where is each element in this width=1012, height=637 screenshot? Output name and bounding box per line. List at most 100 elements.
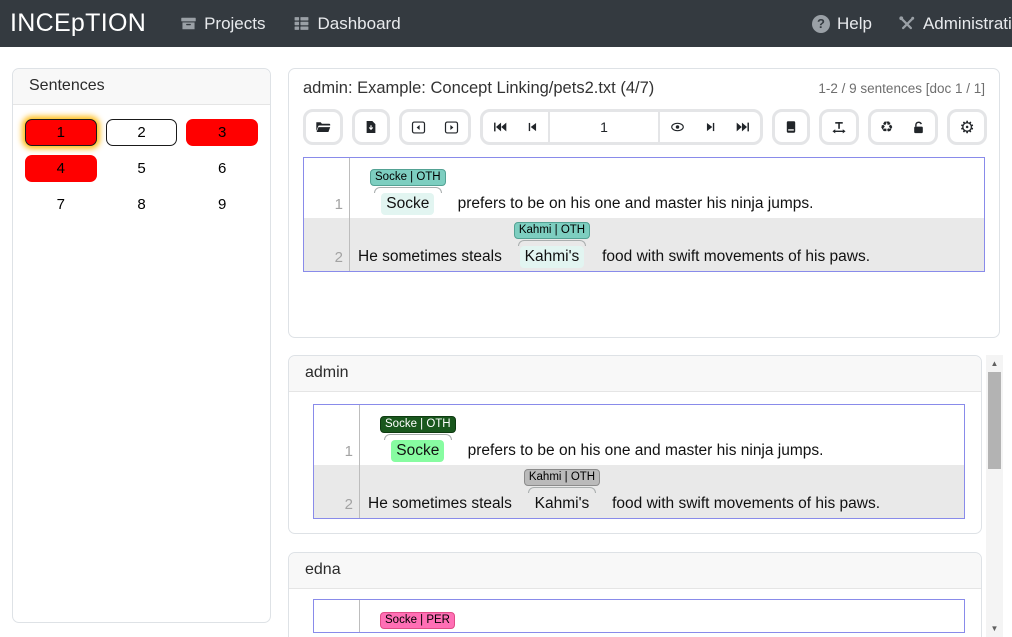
curation-card: admin: Example: Concept Linking/pets2.tx…	[288, 68, 1000, 338]
sentence-button-5[interactable]: 5	[106, 155, 178, 182]
annotation-label[interactable]: Kahmi | OTH	[524, 469, 600, 486]
prev-page-icon	[526, 120, 539, 134]
annotator-card-edna: edna Socke | PER	[288, 552, 982, 637]
recycle-icon: ♻	[880, 120, 893, 135]
sentence-range-info: 1-2 / 9 sentences [doc 1 / 1]	[818, 81, 985, 96]
export-document-icon	[364, 119, 378, 135]
annotated-word[interactable]: Socke	[381, 193, 434, 215]
next-document-icon	[444, 120, 459, 135]
settings-gear-icon: ⚙	[959, 119, 974, 136]
focus-icon	[669, 120, 686, 134]
top-navbar: INCEpTION Projects Dashboard ? Help Admi…	[0, 0, 1012, 47]
recycle-button[interactable]: ♻	[871, 112, 902, 142]
annotators-scrollbar[interactable]: ▲ ▼	[986, 355, 1003, 637]
scroll-up-icon[interactable]: ▲	[986, 356, 1003, 371]
nav-administration[interactable]: Administration	[898, 14, 1012, 34]
nav-help[interactable]: ? Help	[812, 14, 872, 34]
line-number: 2	[304, 218, 350, 271]
fit-width-icon	[831, 120, 847, 135]
nav-projects-label: Projects	[204, 14, 265, 34]
next-page-icon	[704, 120, 717, 134]
sentence-row-2: 2 He sometimes steals Kahmi | OTH Kahmi'…	[314, 465, 964, 518]
nav-dashboard-label: Dashboard	[317, 14, 400, 34]
archive-box-icon	[180, 15, 197, 32]
first-page-icon	[492, 120, 508, 134]
grid-icon	[293, 15, 310, 32]
sentence-button-6[interactable]: 6	[186, 155, 258, 182]
focus-button[interactable]	[660, 112, 695, 142]
sentence-text[interactable]: prefers to be on his one and master his …	[458, 195, 814, 212]
annotation-span-kahmi[interactable]: Kahmi | OTH Kahmi's	[514, 222, 590, 268]
prev-page-button[interactable]	[517, 112, 548, 142]
prev-document-button[interactable]	[402, 112, 435, 142]
sentence-button-4[interactable]: 4	[25, 155, 97, 182]
sentence-button-1[interactable]: 1	[25, 119, 97, 146]
annotated-word[interactable]: Kahmi's	[530, 493, 595, 515]
annotation-toolbar: ♻ ⚙	[303, 109, 985, 145]
sentence-row-1: 1 Socke | OTH Socke prefers to be on his…	[304, 158, 984, 218]
sentences-panel: Sentences 1 2 3 4 5 6 7 8 9	[12, 68, 271, 623]
sentence-button-2[interactable]: 2	[106, 119, 178, 146]
sentence-button-9[interactable]: 9	[186, 191, 258, 218]
edna-annotation-panel: Socke | PER	[313, 599, 965, 633]
app-brand[interactable]: INCEpTION	[10, 9, 146, 38]
sentence-grid: 1 2 3 4 5 6 7 8 9	[13, 105, 270, 232]
annotation-span-socke[interactable]: Socke | OTH Socke	[370, 169, 446, 215]
annotation-span-socke[interactable]: Socke | OTH Socke	[380, 416, 456, 462]
annotator-panels-container: admin 1 Socke | OTH Socke prefers to be …	[288, 355, 982, 637]
annotator-card-admin: admin 1 Socke | OTH Socke prefers to be …	[288, 355, 982, 534]
open-document-button[interactable]	[306, 112, 340, 142]
journal-icon	[784, 119, 798, 135]
line-number: 1	[314, 405, 360, 465]
settings-button[interactable]: ⚙	[950, 112, 983, 142]
next-page-button[interactable]	[695, 112, 726, 142]
sentence-button-3[interactable]: 3	[186, 119, 258, 146]
annotation-span-kahmi[interactable]: Kahmi | OTH Kahmi's	[524, 469, 600, 515]
nav-administration-label: Administration	[923, 14, 1012, 34]
sentence-text[interactable]: food with swift movements of his paws.	[602, 248, 870, 265]
document-title: admin: Example: Concept Linking/pets2.tx…	[303, 79, 654, 98]
nav-help-label: Help	[837, 14, 872, 34]
page-number-input[interactable]	[548, 112, 660, 142]
question-circle-icon: ?	[812, 15, 830, 33]
sentence-row-1: 1 Socke | OTH Socke prefers to be on his…	[314, 405, 964, 465]
annotated-word[interactable]: Kahmi's	[520, 246, 585, 268]
nav-dashboard[interactable]: Dashboard	[293, 14, 400, 34]
sentence-row-2: 2 He sometimes steals Kahmi | OTH Kahmi'…	[304, 218, 984, 271]
open-document-icon	[315, 119, 331, 135]
curation-annotation-panel: 1 Socke | OTH Socke prefers to be on his…	[303, 157, 985, 272]
line-number: 1	[304, 158, 350, 218]
sentence-text[interactable]: He sometimes steals	[358, 248, 502, 265]
sentence-text[interactable]: prefers to be on his one and master his …	[468, 442, 824, 459]
sentence-text[interactable]: food with swift movements of his paws.	[612, 495, 880, 512]
annotation-label[interactable]: Socke | OTH	[380, 416, 456, 433]
unlock-button[interactable]	[902, 112, 935, 142]
admin-annotation-panel: 1 Socke | OTH Socke prefers to be on his…	[313, 404, 965, 519]
annotator-name: edna	[289, 553, 981, 589]
annotator-name: admin	[289, 356, 981, 392]
annotation-span-socke[interactable]: Socke | PER	[380, 612, 455, 629]
next-document-button[interactable]	[435, 112, 468, 142]
prev-document-icon	[411, 120, 426, 135]
sentence-text[interactable]: He sometimes steals	[368, 495, 512, 512]
last-page-button[interactable]	[726, 112, 760, 142]
scrollbar-thumb[interactable]	[988, 372, 1001, 469]
annotation-label[interactable]: Socke | PER	[380, 612, 455, 629]
export-document-button[interactable]	[355, 112, 387, 142]
fit-width-button[interactable]	[822, 112, 856, 142]
tools-icon	[898, 15, 916, 33]
annotation-label[interactable]: Kahmi | OTH	[514, 222, 590, 239]
nav-projects[interactable]: Projects	[180, 14, 265, 34]
sentence-button-8[interactable]: 8	[106, 191, 178, 218]
scroll-down-icon[interactable]: ▼	[986, 621, 1003, 636]
sentence-button-7[interactable]: 7	[25, 191, 97, 218]
line-number: 2	[314, 465, 360, 518]
sentence-row-1: Socke | PER	[314, 600, 964, 632]
unlock-icon	[911, 120, 926, 135]
annotation-label[interactable]: Socke | OTH	[370, 169, 446, 186]
last-page-icon	[735, 120, 751, 134]
annotated-word[interactable]: Socke	[391, 440, 444, 462]
sentences-panel-title: Sentences	[13, 69, 270, 105]
journal-button[interactable]	[775, 112, 807, 142]
first-page-button[interactable]	[483, 112, 517, 142]
